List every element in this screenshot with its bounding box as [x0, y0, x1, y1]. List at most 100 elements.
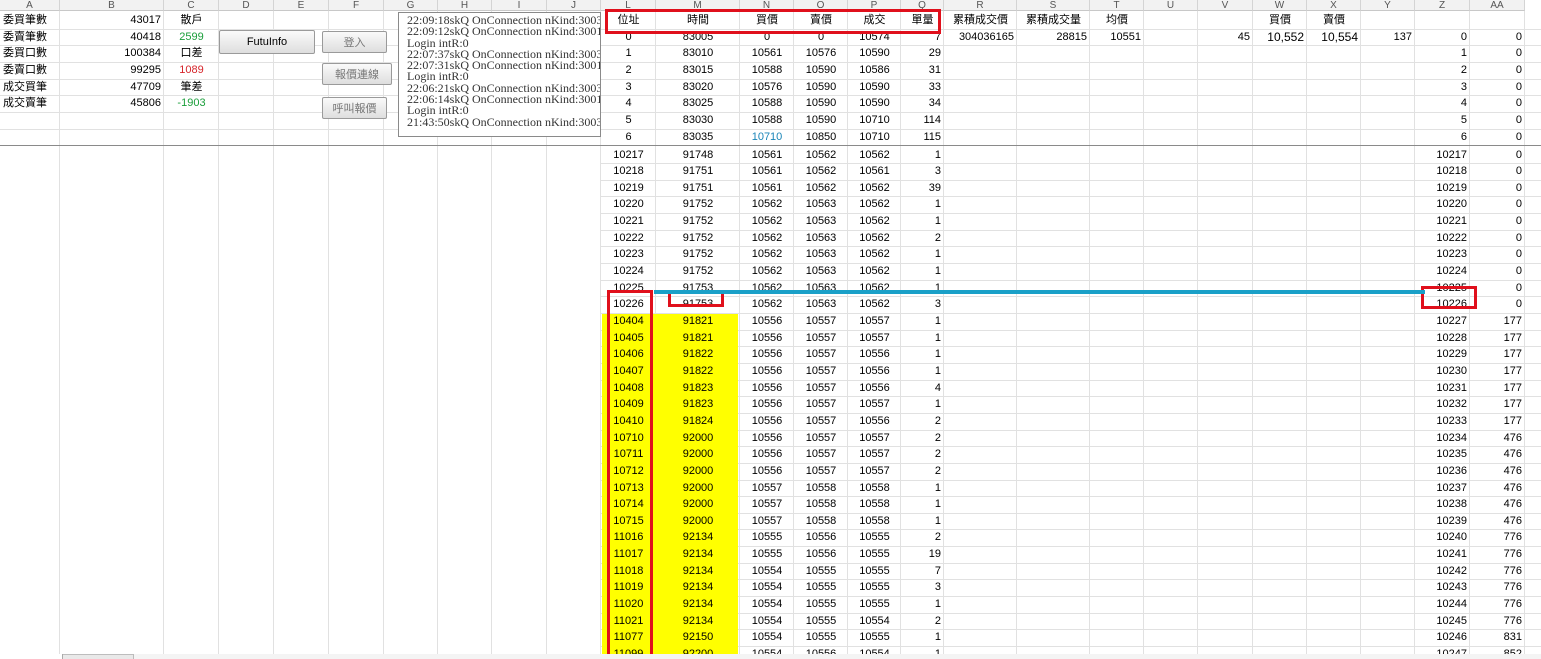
tick-pos[interactable]: 10226 — [601, 296, 656, 313]
tick-bid[interactable]: 10562 — [740, 263, 794, 280]
tick-pos[interactable]: 10408 — [601, 380, 656, 397]
tick-time[interactable]: 91822 — [656, 346, 740, 363]
tick-bid[interactable]: 10556 — [740, 330, 794, 347]
tick-time[interactable]: 91824 — [656, 413, 740, 430]
column-header-n[interactable]: N — [740, 0, 794, 11]
tick-deal[interactable]: 10562 — [848, 296, 901, 313]
tick-pos[interactable]: 10220 — [601, 196, 656, 213]
tick-ask[interactable]: 10563 — [794, 230, 848, 247]
index-z[interactable]: 10219 — [1415, 180, 1470, 197]
tick-ask[interactable]: 10555 — [794, 596, 848, 613]
tick-ask[interactable]: 10562 — [794, 163, 848, 180]
tick-time[interactable]: 91751 — [656, 163, 740, 180]
column-header-q[interactable]: Q — [901, 0, 944, 11]
summary-label[interactable]: 委買口數 — [0, 45, 60, 62]
tick-deal[interactable]: 10590 — [848, 79, 901, 96]
index-z[interactable]: 10229 — [1415, 346, 1470, 363]
value-aa[interactable]: 476 — [1470, 513, 1525, 530]
tick-time[interactable]: 91752 — [656, 196, 740, 213]
tick-qty[interactable]: 1 — [901, 263, 944, 280]
column-header-v[interactable]: V — [1198, 0, 1253, 11]
tick-time[interactable]: 91821 — [656, 330, 740, 347]
tick-pos[interactable]: 2 — [601, 62, 656, 79]
index-z[interactable]: 10223 — [1415, 246, 1470, 263]
summary-value[interactable]: 45806 — [60, 95, 164, 112]
value-aa[interactable]: 0 — [1470, 29, 1525, 46]
summary-value[interactable]: 47709 — [60, 79, 164, 96]
tick-deal[interactable]: 10586 — [848, 62, 901, 79]
tick-bid[interactable]: 10710 — [740, 129, 794, 146]
tick-qty[interactable]: 2 — [901, 463, 944, 480]
summary-diff[interactable]: -1903 — [164, 95, 219, 112]
summary-diff[interactable]: 筆差 — [164, 79, 219, 96]
tick-qty[interactable]: 1 — [901, 480, 944, 497]
tick-pos[interactable]: 10224 — [601, 263, 656, 280]
tick-time[interactable]: 91752 — [656, 263, 740, 280]
column-header-r[interactable]: R — [944, 0, 1017, 11]
summary-value-ask[interactable]: 10,554 — [1307, 29, 1361, 46]
tick-bid[interactable]: 10556 — [740, 380, 794, 397]
tick-time[interactable]: 92000 — [656, 480, 740, 497]
value-aa[interactable]: 776 — [1470, 546, 1525, 563]
tick-bid[interactable]: 10556 — [740, 446, 794, 463]
tick-time[interactable]: 91752 — [656, 246, 740, 263]
tick-bid[interactable]: 10588 — [740, 95, 794, 112]
tick-pos[interactable]: 10404 — [601, 313, 656, 330]
index-z[interactable]: 10245 — [1415, 613, 1470, 630]
tick-time[interactable]: 92150 — [656, 629, 740, 646]
value-aa[interactable]: 0 — [1470, 196, 1525, 213]
tick-deal[interactable]: 10562 — [848, 196, 901, 213]
tick-pos[interactable]: 3 — [601, 79, 656, 96]
index-z[interactable]: 10222 — [1415, 230, 1470, 247]
futuinfo-button[interactable]: FutuInfo — [219, 30, 315, 54]
tick-ask[interactable]: 10563 — [794, 213, 848, 230]
summary-value[interactable]: 100384 — [60, 45, 164, 62]
tick-header-time[interactable]: 時間 — [656, 12, 740, 29]
tick-deal[interactable]: 10558 — [848, 513, 901, 530]
value-aa[interactable]: 177 — [1470, 396, 1525, 413]
tick-pos[interactable]: 11020 — [601, 596, 656, 613]
tick-time[interactable]: 91752 — [656, 230, 740, 247]
tick-ask[interactable]: 10590 — [794, 95, 848, 112]
tick-bid[interactable]: 10562 — [740, 246, 794, 263]
tick-time[interactable]: 92134 — [656, 563, 740, 580]
summary-label[interactable]: 委賣口數 — [0, 62, 60, 79]
index-z[interactable]: 1 — [1415, 45, 1470, 62]
tick-ask[interactable]: 10555 — [794, 579, 848, 596]
tick-deal[interactable]: 10562 — [848, 147, 901, 164]
tick-qty[interactable]: 2 — [901, 230, 944, 247]
column-header-z[interactable]: Z — [1415, 0, 1470, 11]
tick-pos[interactable]: 6 — [601, 129, 656, 146]
tick-qty[interactable]: 1 — [901, 313, 944, 330]
summary-header-ask[interactable]: 賣價 — [1307, 12, 1361, 29]
summary-value-cum-value[interactable]: 304036165 — [944, 29, 1017, 46]
tick-header-qty[interactable]: 單量 — [901, 12, 944, 29]
index-z[interactable]: 5 — [1415, 112, 1470, 129]
tick-bid[interactable]: 10557 — [740, 480, 794, 497]
tick-deal[interactable]: 10562 — [848, 180, 901, 197]
tick-bid[interactable]: 10557 — [740, 496, 794, 513]
tick-deal[interactable]: 10557 — [848, 313, 901, 330]
index-z[interactable]: 2 — [1415, 62, 1470, 79]
tick-deal[interactable]: 10710 — [848, 129, 901, 146]
quote-connect-button[interactable]: 報價連線 — [322, 63, 392, 85]
value-aa[interactable]: 0 — [1470, 112, 1525, 129]
tick-qty[interactable]: 4 — [901, 380, 944, 397]
tick-ask[interactable]: 10576 — [794, 45, 848, 62]
index-z[interactable]: 10232 — [1415, 396, 1470, 413]
index-z[interactable]: 10243 — [1415, 579, 1470, 596]
index-z[interactable]: 10242 — [1415, 563, 1470, 580]
horizontal-scrollbar[interactable] — [133, 654, 1541, 659]
tick-deal[interactable]: 10554 — [848, 613, 901, 630]
summary-value[interactable]: 40418 — [60, 29, 164, 46]
column-header-w[interactable]: W — [1253, 0, 1307, 11]
index-z[interactable]: 10218 — [1415, 163, 1470, 180]
tick-header-bid[interactable]: 買價 — [740, 12, 794, 29]
index-z[interactable]: 10228 — [1415, 330, 1470, 347]
value-aa[interactable]: 0 — [1470, 163, 1525, 180]
tick-time[interactable]: 91823 — [656, 380, 740, 397]
value-aa[interactable]: 0 — [1470, 296, 1525, 313]
tick-deal[interactable]: 10562 — [848, 213, 901, 230]
tick-pos[interactable]: 10221 — [601, 213, 656, 230]
value-aa[interactable]: 776 — [1470, 579, 1525, 596]
